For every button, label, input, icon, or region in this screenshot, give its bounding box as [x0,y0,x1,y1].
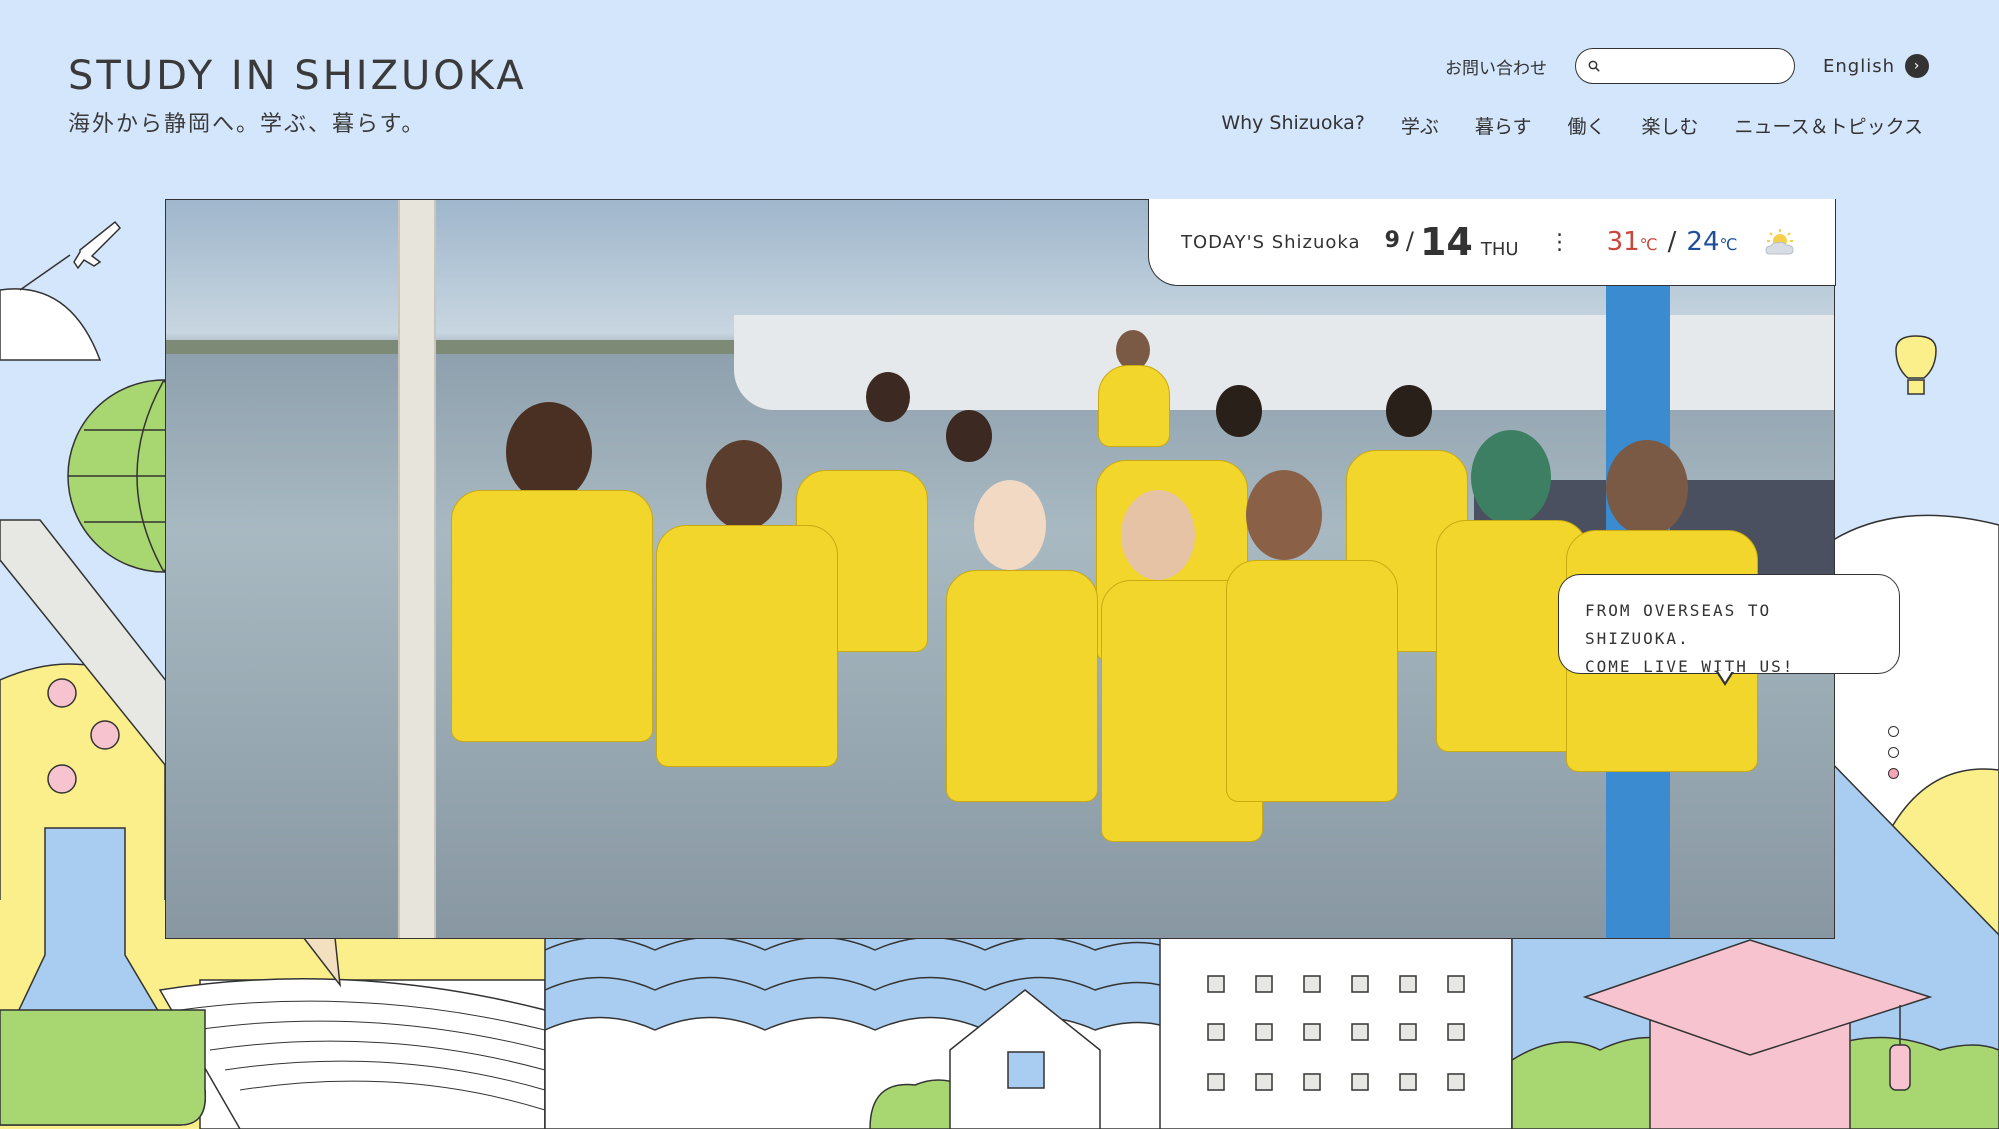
sun-cloud-icon [1765,229,1794,255]
slide-dot-3[interactable] [1888,768,1899,779]
slider-pagination [1888,726,1899,779]
site-title: STUDY IN SHIZUOKA [68,53,527,99]
main-nav: Why Shizuoka? 学ぶ 暮らす 働く 楽しむ ニュース＆トピックス [1221,112,1923,139]
site-logo[interactable]: STUDY IN SHIZUOKA 海外から静岡へ。学ぶ、暮らす。 [68,52,527,138]
site-subtitle: 海外から静岡へ。学ぶ、暮らす。 [68,112,426,137]
nav-study[interactable]: 学ぶ [1401,112,1439,139]
search-input[interactable] [1608,55,1782,77]
nav-enjoy[interactable]: 楽しむ [1642,112,1699,139]
vertical-dots-icon: ⋮ [1548,229,1571,255]
weather-high-temp: 31℃ [1606,227,1658,257]
slide-dot-1[interactable] [1888,726,1899,737]
speech-bubble: FROM OVERSEAS TO SHIZUOKA. COME LIVE WIT… [1558,574,1900,676]
nav-news-topics[interactable]: ニュース＆トピックス [1735,112,1923,139]
search-icon[interactable] [1588,57,1600,75]
weather-day: 14 [1419,220,1473,264]
weather-month: 9 [1384,228,1400,253]
chevron-right-icon: › [1905,54,1929,78]
slide-dot-2[interactable] [1888,747,1899,758]
language-switch[interactable]: English › [1823,54,1929,78]
weather-weekday: THU [1480,239,1519,260]
utility-bar: お問い合わせ English › [1445,48,1929,84]
nav-work[interactable]: 働く [1567,112,1605,139]
weather-date: 9 / 14 THU [1384,220,1519,264]
contact-link[interactable]: お問い合わせ [1445,54,1547,79]
hero-photo [165,199,1835,939]
group-of-students [346,330,1758,938]
weather-low-temp: 24℃ [1686,227,1738,257]
lightbulb-icon [1895,335,1937,395]
weather-label: TODAY'S Shizuoka [1181,231,1361,253]
weather-widget: TODAY'S Shizuoka 9 / 14 THU ⋮ 31℃ / 24℃ [1148,199,1836,286]
nav-why-shizuoka[interactable]: Why Shizuoka? [1221,112,1365,139]
bubble-line-1: FROM OVERSEAS TO SHIZUOKA. [1585,601,1772,648]
airplane-icon [19,220,122,291]
nav-live[interactable]: 暮らす [1475,112,1532,139]
search-box[interactable] [1575,48,1795,84]
language-label: English [1823,55,1895,77]
